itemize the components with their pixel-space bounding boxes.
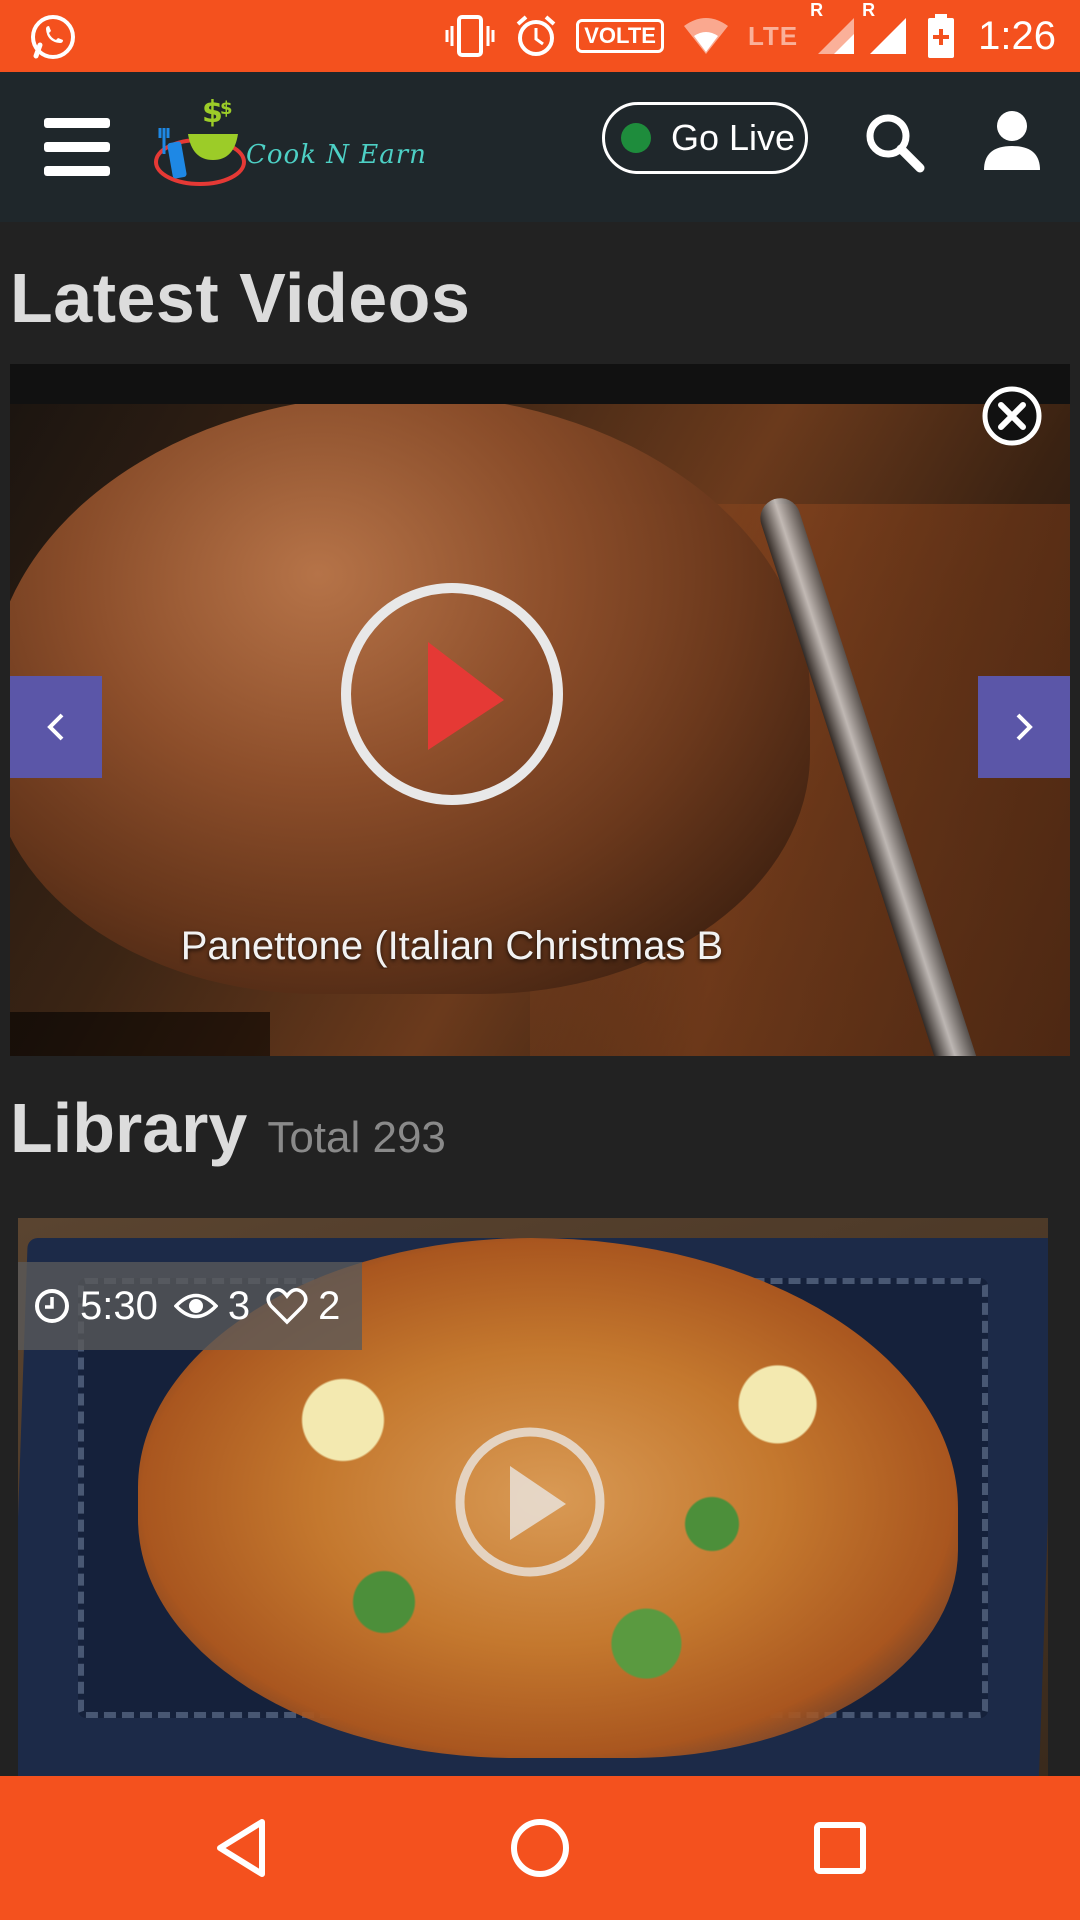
search-icon: [866, 114, 925, 173]
roaming-indicator: R: [810, 0, 824, 20]
vibrate-icon: [444, 14, 496, 58]
lte-label: LTE: [747, 20, 799, 51]
signal-icon-1: R: [810, 0, 856, 56]
library-heading: Library: [10, 1089, 248, 1167]
play-video-button[interactable]: [338, 580, 566, 808]
play-icon: [455, 1427, 605, 1577]
video-meta-badge: 5:30 3 2: [18, 1262, 363, 1350]
app-name: Cook N Earn: [246, 140, 427, 170]
home-button[interactable]: [504, 1812, 576, 1884]
signal-icon-2: R: [862, 0, 908, 56]
home-circle-icon: [511, 1819, 569, 1877]
menu-icon-bar: [44, 142, 110, 152]
battery-icon: [926, 13, 956, 59]
latest-videos-carousel[interactable]: Panettone (Italian Christmas B: [10, 364, 1070, 1056]
play-icon: [341, 583, 563, 805]
slide-video-title[interactable]: Panettone (Italian Christmas B: [10, 924, 894, 969]
app-logo[interactable]: $ $ Cook N Earn: [150, 92, 430, 204]
video-likes: 2: [318, 1283, 341, 1328]
library-play-button[interactable]: [452, 1424, 608, 1580]
menu-button[interactable]: [44, 118, 110, 176]
back-button[interactable]: [206, 1812, 278, 1884]
close-button[interactable]: [980, 384, 1044, 448]
app-header: $ $ Cook N Earn Go Live: [0, 72, 1080, 222]
carousel-next-button[interactable]: [978, 676, 1070, 778]
recents-button[interactable]: [804, 1812, 876, 1884]
chevron-left-icon: [47, 713, 64, 741]
library-total-count: Total 293: [267, 1113, 446, 1162]
latest-videos-heading: Latest Videos: [10, 259, 471, 337]
eye-icon: [173, 1288, 218, 1324]
chevron-right-icon: [1016, 713, 1033, 741]
svg-text:$: $: [220, 98, 233, 119]
wifi-icon: [682, 16, 730, 56]
carousel-prev-button[interactable]: [10, 676, 102, 778]
menu-icon-bar: [44, 166, 110, 176]
thumbnail-top-strip: [10, 364, 1070, 404]
back-triangle-icon: [217, 1819, 265, 1877]
system-navigation-bar: [0, 1776, 1080, 1920]
search-button[interactable]: [862, 110, 926, 174]
library-header: Library Total 293: [10, 1088, 446, 1168]
whatsapp-icon: [28, 12, 78, 62]
alarm-icon: [514, 14, 558, 58]
video-duration: 5:30: [80, 1283, 158, 1328]
clock-icon: [34, 1288, 70, 1324]
menu-icon: [44, 118, 110, 128]
heart-icon: [266, 1288, 308, 1325]
status-time: 1:26: [978, 13, 1056, 58]
go-live-button[interactable]: Go Live: [602, 102, 808, 174]
logo-pot-icon: $ $: [154, 95, 246, 186]
recents-square-icon: [814, 1822, 866, 1874]
go-live-label: Go Live: [671, 117, 796, 158]
volte-badge: VOLTE: [576, 19, 664, 53]
thumbnail-bottom-strip: [10, 1012, 270, 1056]
live-indicator-dot: [621, 123, 651, 153]
user-profile-button[interactable]: [980, 108, 1044, 172]
user-icon: [984, 111, 1040, 170]
video-views: 3: [227, 1283, 251, 1328]
roaming-indicator: R: [862, 0, 876, 20]
close-circle-icon: [982, 386, 1042, 446]
status-bar: VOLTE LTE R R 1:26: [0, 0, 1080, 72]
